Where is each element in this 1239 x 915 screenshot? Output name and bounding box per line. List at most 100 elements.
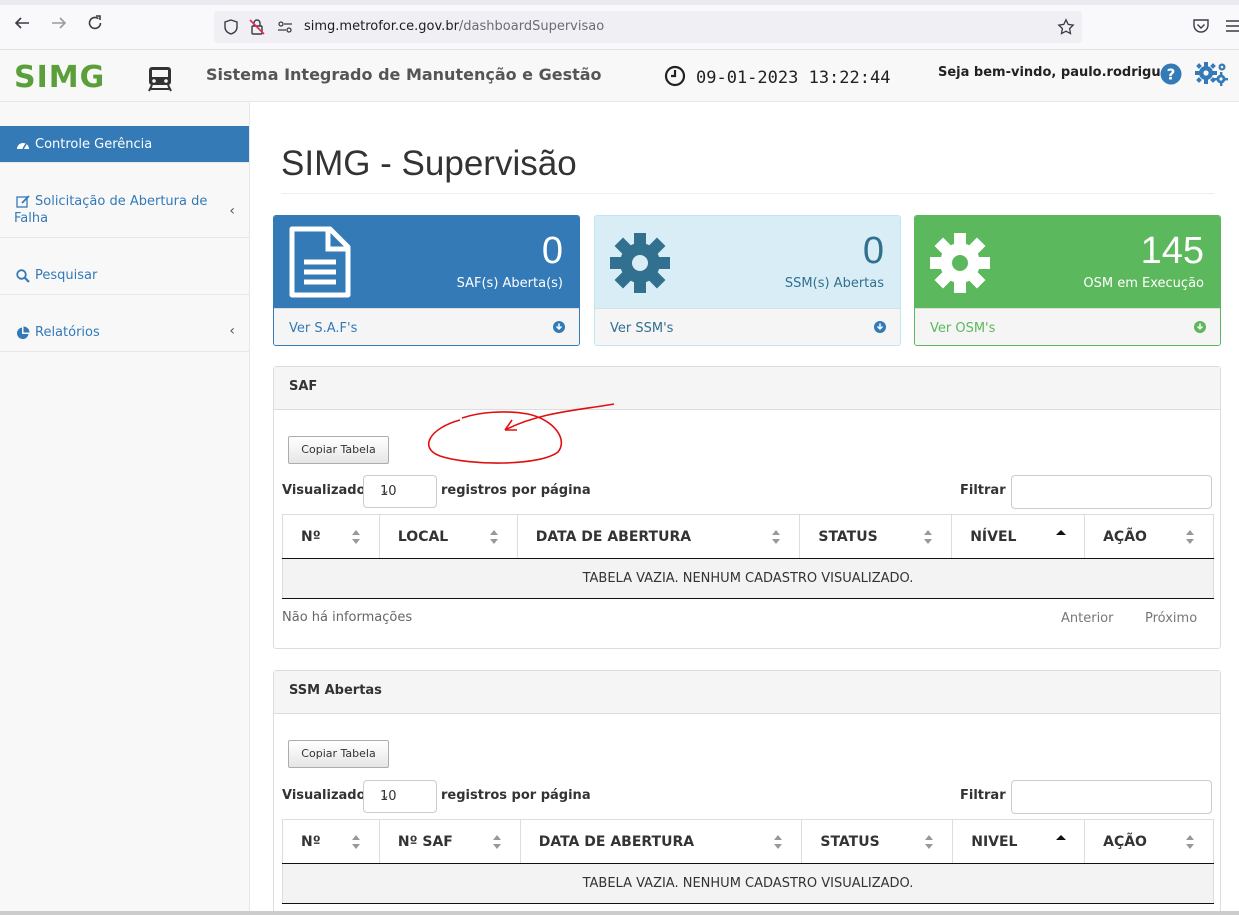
- saf-panel: SAF Copiar Tabela Visualizado 10 ⌄ regis…: [273, 366, 1221, 649]
- sidebar-item-controle-gerencia[interactable]: Controle Gerência: [0, 126, 249, 163]
- sort-icon: [1186, 530, 1194, 544]
- url-text[interactable]: simg.metrofor.ce.gov.br/dashboardSupervi…: [304, 19, 604, 34]
- chevron-left-icon: ‹: [229, 203, 235, 219]
- help-icon[interactable]: ?: [1160, 63, 1182, 85]
- empty-table-message: TABELA VAZIA. NENHUM CADASTRO VISUALIZAD…: [282, 863, 1214, 904]
- sidebar: Controle Gerência Solicitação de Abertur…: [0, 102, 250, 915]
- pagination-previous[interactable]: Anterior: [1061, 611, 1113, 626]
- filter-label: Filtrar: [960, 483, 1006, 498]
- sort-icon: [1186, 835, 1194, 849]
- address-bar[interactable]: simg.metrofor.ce.gov.br/dashboardSupervi…: [214, 11, 1082, 43]
- column-header-data-abertura[interactable]: DATA DE ABERTURA: [519, 819, 803, 864]
- permissions-icon[interactable]: [276, 18, 294, 36]
- reload-icon[interactable]: [83, 14, 107, 38]
- page-size-select[interactable]: 10 ⌄: [363, 780, 437, 813]
- copy-table-button[interactable]: Copiar Tabela: [288, 436, 389, 464]
- ver-saf-link[interactable]: Ver S.A.F's: [289, 321, 357, 336]
- column-header-nivel[interactable]: NIVEL: [952, 819, 1086, 864]
- show-label: Visualizado: [282, 788, 366, 803]
- arrow-circle-down-icon: [553, 321, 565, 333]
- saf-table: Nº LOCAL DATA DE ABERTURA STATUS NÍVEL A…: [282, 514, 1214, 599]
- svg-text:?: ?: [1167, 66, 1176, 84]
- search-icon: [16, 269, 30, 283]
- back-icon[interactable]: [10, 14, 34, 38]
- chevron-down-icon: ⌄: [380, 483, 391, 497]
- column-header-data-abertura[interactable]: DATA DE ABERTURA: [516, 514, 801, 559]
- logo[interactable]: SIMG: [14, 60, 105, 95]
- table-row: TABELA VAZIA. NENHUM CADASTRO VISUALIZAD…: [282, 558, 1214, 599]
- table-row: TABELA VAZIA. NENHUM CADASTRO VISUALIZAD…: [282, 863, 1214, 904]
- filter-input[interactable]: [1011, 780, 1212, 814]
- ver-osm-link-row[interactable]: Ver OSM's: [915, 308, 1220, 345]
- ssm-panel: SSM Abertas Copiar Tabela Visualizado 10…: [273, 670, 1221, 915]
- empty-table-message: TABELA VAZIA. NENHUM CADASTRO VISUALIZAD…: [282, 558, 1214, 599]
- sort-ascending-icon: [1056, 835, 1067, 840]
- column-header-local[interactable]: LOCAL: [378, 514, 518, 559]
- osm-caption: OSM em Execução: [1083, 276, 1204, 291]
- menu-icon[interactable]: [1226, 18, 1239, 34]
- card-ssm: 0 SSM(s) Abertas Ver SSM's: [594, 215, 901, 346]
- table-info: Não há informações: [282, 610, 413, 625]
- sidebar-item-label: Relatórios: [35, 325, 100, 340]
- welcome-message: Seja bem-vindo, paulo.rodrigues: [938, 65, 1178, 80]
- pocket-icon[interactable]: [1192, 17, 1210, 35]
- sort-icon: [351, 835, 360, 849]
- sidebar-item-solicitacao-abertura-falha[interactable]: Solicitação de Abertura de Falha ‹: [0, 173, 249, 238]
- horizontal-scrollbar[interactable]: [0, 911, 1239, 915]
- sort-icon: [351, 530, 360, 544]
- page-size-select[interactable]: 10 ⌄: [363, 475, 437, 508]
- train-icon: [148, 67, 172, 92]
- sort-icon: [925, 835, 934, 849]
- sort-icon: [772, 530, 781, 544]
- table-header-row: Nº Nº SAF DATA DE ABERTURA STATUS NIVEL …: [282, 819, 1214, 864]
- saf-panel-title: SAF: [289, 379, 318, 394]
- ssm-panel-title: SSM Abertas: [289, 683, 382, 698]
- card-osm: 145 OSM em Execução Ver OSM's: [914, 215, 1221, 346]
- shield-icon[interactable]: [222, 18, 240, 36]
- ssm-panel-heading: SSM Abertas: [274, 671, 1220, 714]
- sidebar-item-label: Pesquisar: [35, 268, 98, 283]
- ver-saf-link-row[interactable]: Ver S.A.F's: [274, 308, 579, 345]
- sort-icon: [774, 835, 783, 849]
- ver-osm-link[interactable]: Ver OSM's: [930, 321, 995, 336]
- clock-icon: [664, 65, 686, 87]
- settings-gears-icon[interactable]: [1195, 60, 1229, 88]
- sidebar-item-label: Controle Gerência: [35, 137, 153, 152]
- copy-table-button[interactable]: Copiar Tabela: [288, 740, 389, 768]
- column-header-nivel[interactable]: NÍVEL: [951, 514, 1086, 559]
- column-header-numero[interactable]: Nº: [282, 514, 380, 559]
- datetime: 09-01-2023 13:22:44: [696, 68, 891, 88]
- arrow-circle-down-icon: [1194, 321, 1206, 333]
- column-header-status[interactable]: STATUS: [799, 514, 953, 559]
- sort-icon: [492, 835, 501, 849]
- sidebar-item-pesquisar[interactable]: Pesquisar: [0, 247, 249, 295]
- browser-toolbar: simg.metrofor.ce.gov.br/dashboardSupervi…: [0, 0, 1239, 50]
- page-title: SIMG - Supervisão: [281, 144, 577, 183]
- ssm-table: Nº Nº SAF DATA DE ABERTURA STATUS NIVEL …: [282, 819, 1214, 904]
- insecure-lock-icon[interactable]: [248, 18, 266, 36]
- app-header: SIMG Sistema Integrado de Manutenção e G…: [0, 50, 1239, 102]
- sidebar-item-label-line2: Falha: [14, 211, 49, 226]
- saf-caption: SAF(s) Aberta(s): [456, 276, 563, 291]
- column-header-numero-saf[interactable]: Nº SAF: [378, 819, 521, 864]
- sidebar-item-label: Solicitação de Abertura de: [35, 194, 208, 209]
- column-header-numero[interactable]: Nº: [282, 819, 380, 864]
- sort-icon: [489, 530, 498, 544]
- ver-ssm-link-row[interactable]: Ver SSM's: [595, 308, 900, 345]
- sidebar-item-relatorios[interactable]: Relatórios ‹: [0, 304, 249, 352]
- bookmark-star-icon[interactable]: [1057, 18, 1075, 36]
- filter-input[interactable]: [1011, 475, 1212, 509]
- column-header-acao[interactable]: AÇÃO: [1084, 819, 1214, 864]
- column-header-acao[interactable]: AÇÃO: [1084, 514, 1214, 559]
- pagination-next[interactable]: Próximo: [1145, 611, 1197, 626]
- document-icon: [289, 226, 351, 298]
- ver-ssm-link[interactable]: Ver SSM's: [610, 321, 673, 336]
- ssm-caption: SSM(s) Abertas: [784, 276, 884, 291]
- column-header-status[interactable]: STATUS: [801, 819, 954, 864]
- card-saf: 0 SAF(s) Aberta(s) Ver S.A.F's: [273, 215, 580, 346]
- show-label: Visualizado: [282, 483, 366, 498]
- chevron-left-icon: ‹: [229, 323, 235, 339]
- gear-icon: [610, 233, 670, 293]
- forward-icon[interactable]: [47, 14, 71, 38]
- dashboard-icon: [17, 143, 29, 150]
